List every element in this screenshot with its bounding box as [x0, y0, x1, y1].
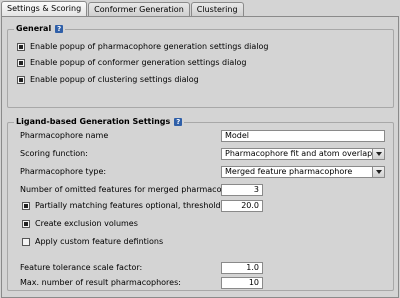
scoring-function-value: Pharmacophore fit and atom overlap — [225, 149, 373, 158]
chevron-down-icon[interactable] — [372, 167, 384, 177]
tab-bar: Settings & Scoring Conformer Generation … — [1, 1, 245, 16]
pharmacophore-type-select[interactable]: Merged feature pharmacophore — [221, 166, 385, 178]
tolerance-field[interactable]: 1.0 — [221, 262, 263, 274]
option-label: Enable popup of conformer generation set… — [30, 58, 247, 67]
checkbox[interactable] — [17, 75, 25, 84]
option-clustering-popup[interactable]: Enable popup of clustering settings dial… — [17, 75, 199, 84]
general-group: General ? Enable popup of pharmacophore … — [7, 24, 394, 108]
option-label: Enable popup of pharmacophore generation… — [30, 42, 269, 51]
checkbox[interactable] — [22, 237, 30, 246]
max-results-field[interactable]: 10 — [221, 277, 263, 289]
pharmacophore-name-label: Pharmacophore name — [20, 131, 109, 140]
custom-features-option[interactable]: Apply custom feature defintions — [22, 237, 163, 246]
general-title-label: General — [16, 24, 52, 33]
help-icon[interactable]: ? — [174, 117, 183, 126]
pharmacophore-name-field[interactable]: Model — [221, 130, 385, 142]
tab-settings-scoring[interactable]: Settings & Scoring — [1, 1, 88, 16]
ligand-group: Ligand-based Generation Settings ? Pharm… — [7, 117, 394, 291]
ligand-title-label: Ligand-based Generation Settings — [16, 117, 171, 126]
pharmacophore-type-label: Pharmacophore type: — [20, 167, 107, 176]
checkbox[interactable] — [17, 42, 25, 51]
checkbox[interactable] — [22, 219, 30, 228]
option-pharmacophore-popup[interactable]: Enable popup of pharmacophore generation… — [17, 42, 269, 51]
checkbox[interactable] — [22, 201, 30, 210]
settings-panel: General ? Enable popup of pharmacophore … — [1, 16, 399, 298]
scoring-function-label: Scoring function: — [20, 149, 88, 158]
exclusion-volumes-option[interactable]: Create exclusion volumes — [22, 219, 138, 228]
partial-threshold-field[interactable]: 20.0 — [221, 200, 263, 212]
omitted-features-label: Number of omitted features for merged ph… — [20, 185, 248, 194]
custom-features-label: Apply custom feature defintions — [35, 237, 164, 246]
pharmacophore-type-value: Merged feature pharmacophore — [225, 167, 353, 176]
tab-clustering[interactable]: Clustering — [190, 2, 244, 16]
omitted-features-field[interactable]: 3 — [221, 184, 263, 196]
partial-matching-label: Partially matching features optional, th… — [35, 201, 240, 210]
option-label: Enable popup of clustering settings dial… — [30, 75, 199, 84]
checkbox[interactable] — [17, 58, 25, 67]
scoring-function-select[interactable]: Pharmacophore fit and atom overlap — [221, 148, 385, 160]
help-icon[interactable]: ? — [55, 24, 64, 33]
partial-matching-option[interactable]: Partially matching features optional, th… — [22, 201, 240, 210]
tab-conformer-generation[interactable]: Conformer Generation — [88, 2, 190, 16]
chevron-down-icon[interactable] — [372, 149, 384, 159]
ligand-title: Ligand-based Generation Settings ? — [14, 117, 185, 126]
option-conformer-popup[interactable]: Enable popup of conformer generation set… — [17, 58, 246, 67]
max-results-label: Max. number of result pharmacophores: — [20, 278, 181, 287]
general-title: General ? — [14, 24, 66, 33]
tolerance-label: Feature tolerance scale factor: — [20, 263, 143, 272]
exclusion-volumes-label: Create exclusion volumes — [35, 219, 138, 228]
